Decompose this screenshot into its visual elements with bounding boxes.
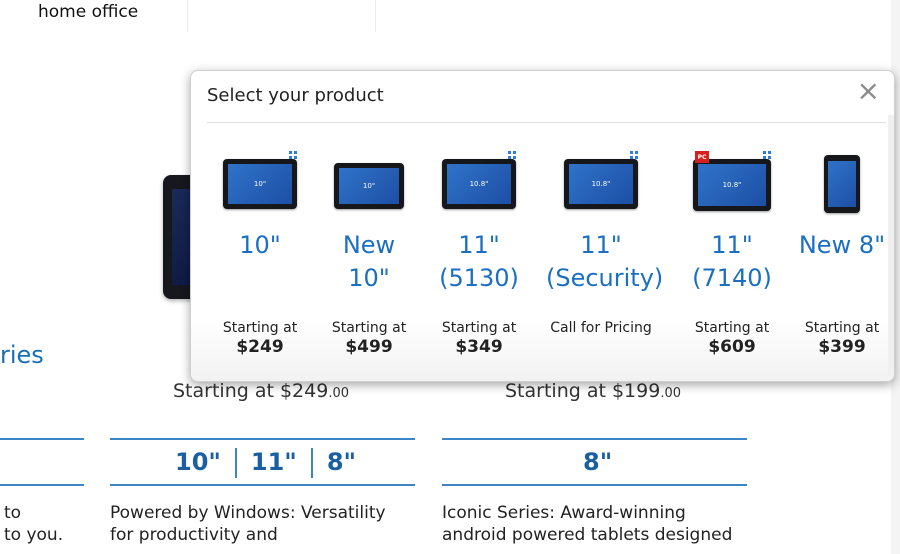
description-windows: Powered by Windows: Versatility for prod…: [110, 503, 386, 545]
windows-icon: [630, 151, 638, 159]
divider-line: [442, 484, 747, 486]
product-name: 11" (Security): [546, 231, 664, 292]
product-card-new-10[interactable]: 10" New 10" Starting at $499: [314, 149, 424, 357]
series-heading: ries: [0, 341, 44, 369]
top-navigation: home office: [0, 0, 900, 32]
tablet-image: 10.8": [424, 149, 534, 219]
product-pricing: Starting at $249: [222, 320, 298, 357]
tablet-image: 10": [205, 149, 315, 219]
product-name: New 8": [798, 231, 886, 259]
divider-line: [110, 484, 415, 486]
product-pricing: Starting at $349: [441, 320, 517, 357]
pc-badge-icon: PC: [695, 151, 709, 163]
size-option[interactable]: 8": [327, 448, 356, 476]
close-icon[interactable]: ×: [857, 77, 880, 105]
product-card-11-5130[interactable]: 10.8" 11" (5130) Starting at $349: [424, 149, 534, 357]
nav-home-office[interactable]: home office: [38, 0, 138, 24]
divider-line: [442, 438, 747, 440]
tablet-image: 10.8" PC: [677, 149, 787, 219]
product-name: 11" (7140): [692, 231, 772, 292]
product-card-10[interactable]: 10" 10" Starting at $249: [205, 149, 315, 357]
tablet-image: [787, 149, 894, 219]
windows-icon: [763, 151, 771, 159]
description-left: to to you.: [4, 503, 64, 545]
divider-line: [0, 438, 84, 440]
windows-icon: [508, 151, 516, 159]
divider-line: [0, 484, 84, 486]
size-filter-windows: 10" 11" 8": [175, 448, 356, 478]
size-option[interactable]: 10": [175, 448, 221, 476]
product-name: New 10": [342, 231, 396, 292]
price-android-series: Starting at $199.00: [505, 380, 682, 402]
modal-divider: [207, 122, 886, 123]
divider-line: [110, 438, 415, 440]
product-card-new-8[interactable]: New 8" Starting at $399: [787, 149, 894, 357]
product-pricing: Call for Pricing: [550, 320, 652, 336]
price-windows-series: Starting at $249.00: [173, 380, 350, 402]
product-pricing: Starting at $399: [804, 320, 880, 357]
product-card-11-7140[interactable]: 10.8" PC 11" (7140) Starting at $609: [677, 149, 787, 357]
description-android: Iconic Series: Award-winning android pow…: [442, 503, 733, 545]
nav-divider: [187, 0, 188, 32]
tablet-image: 10": [314, 149, 424, 219]
product-pricing: Starting at $609: [694, 320, 770, 357]
tablet-image: 10.8": [546, 149, 656, 219]
product-card-11-security[interactable]: 10.8" 11" (Security) Call for Pricing: [546, 149, 664, 336]
size-filter-android: 8": [583, 448, 612, 476]
nav-divider: [375, 0, 376, 32]
product-name: 11" (5130): [439, 231, 519, 292]
size-option[interactable]: 11": [251, 448, 297, 476]
size-option[interactable]: 8": [583, 448, 612, 476]
product-select-modal: Select your product × 10" 10" Starting a…: [190, 70, 895, 382]
modal-title: Select your product: [207, 85, 384, 106]
product-name: 10": [239, 231, 281, 259]
windows-icon: [289, 151, 297, 159]
product-pricing: Starting at $499: [331, 320, 407, 357]
